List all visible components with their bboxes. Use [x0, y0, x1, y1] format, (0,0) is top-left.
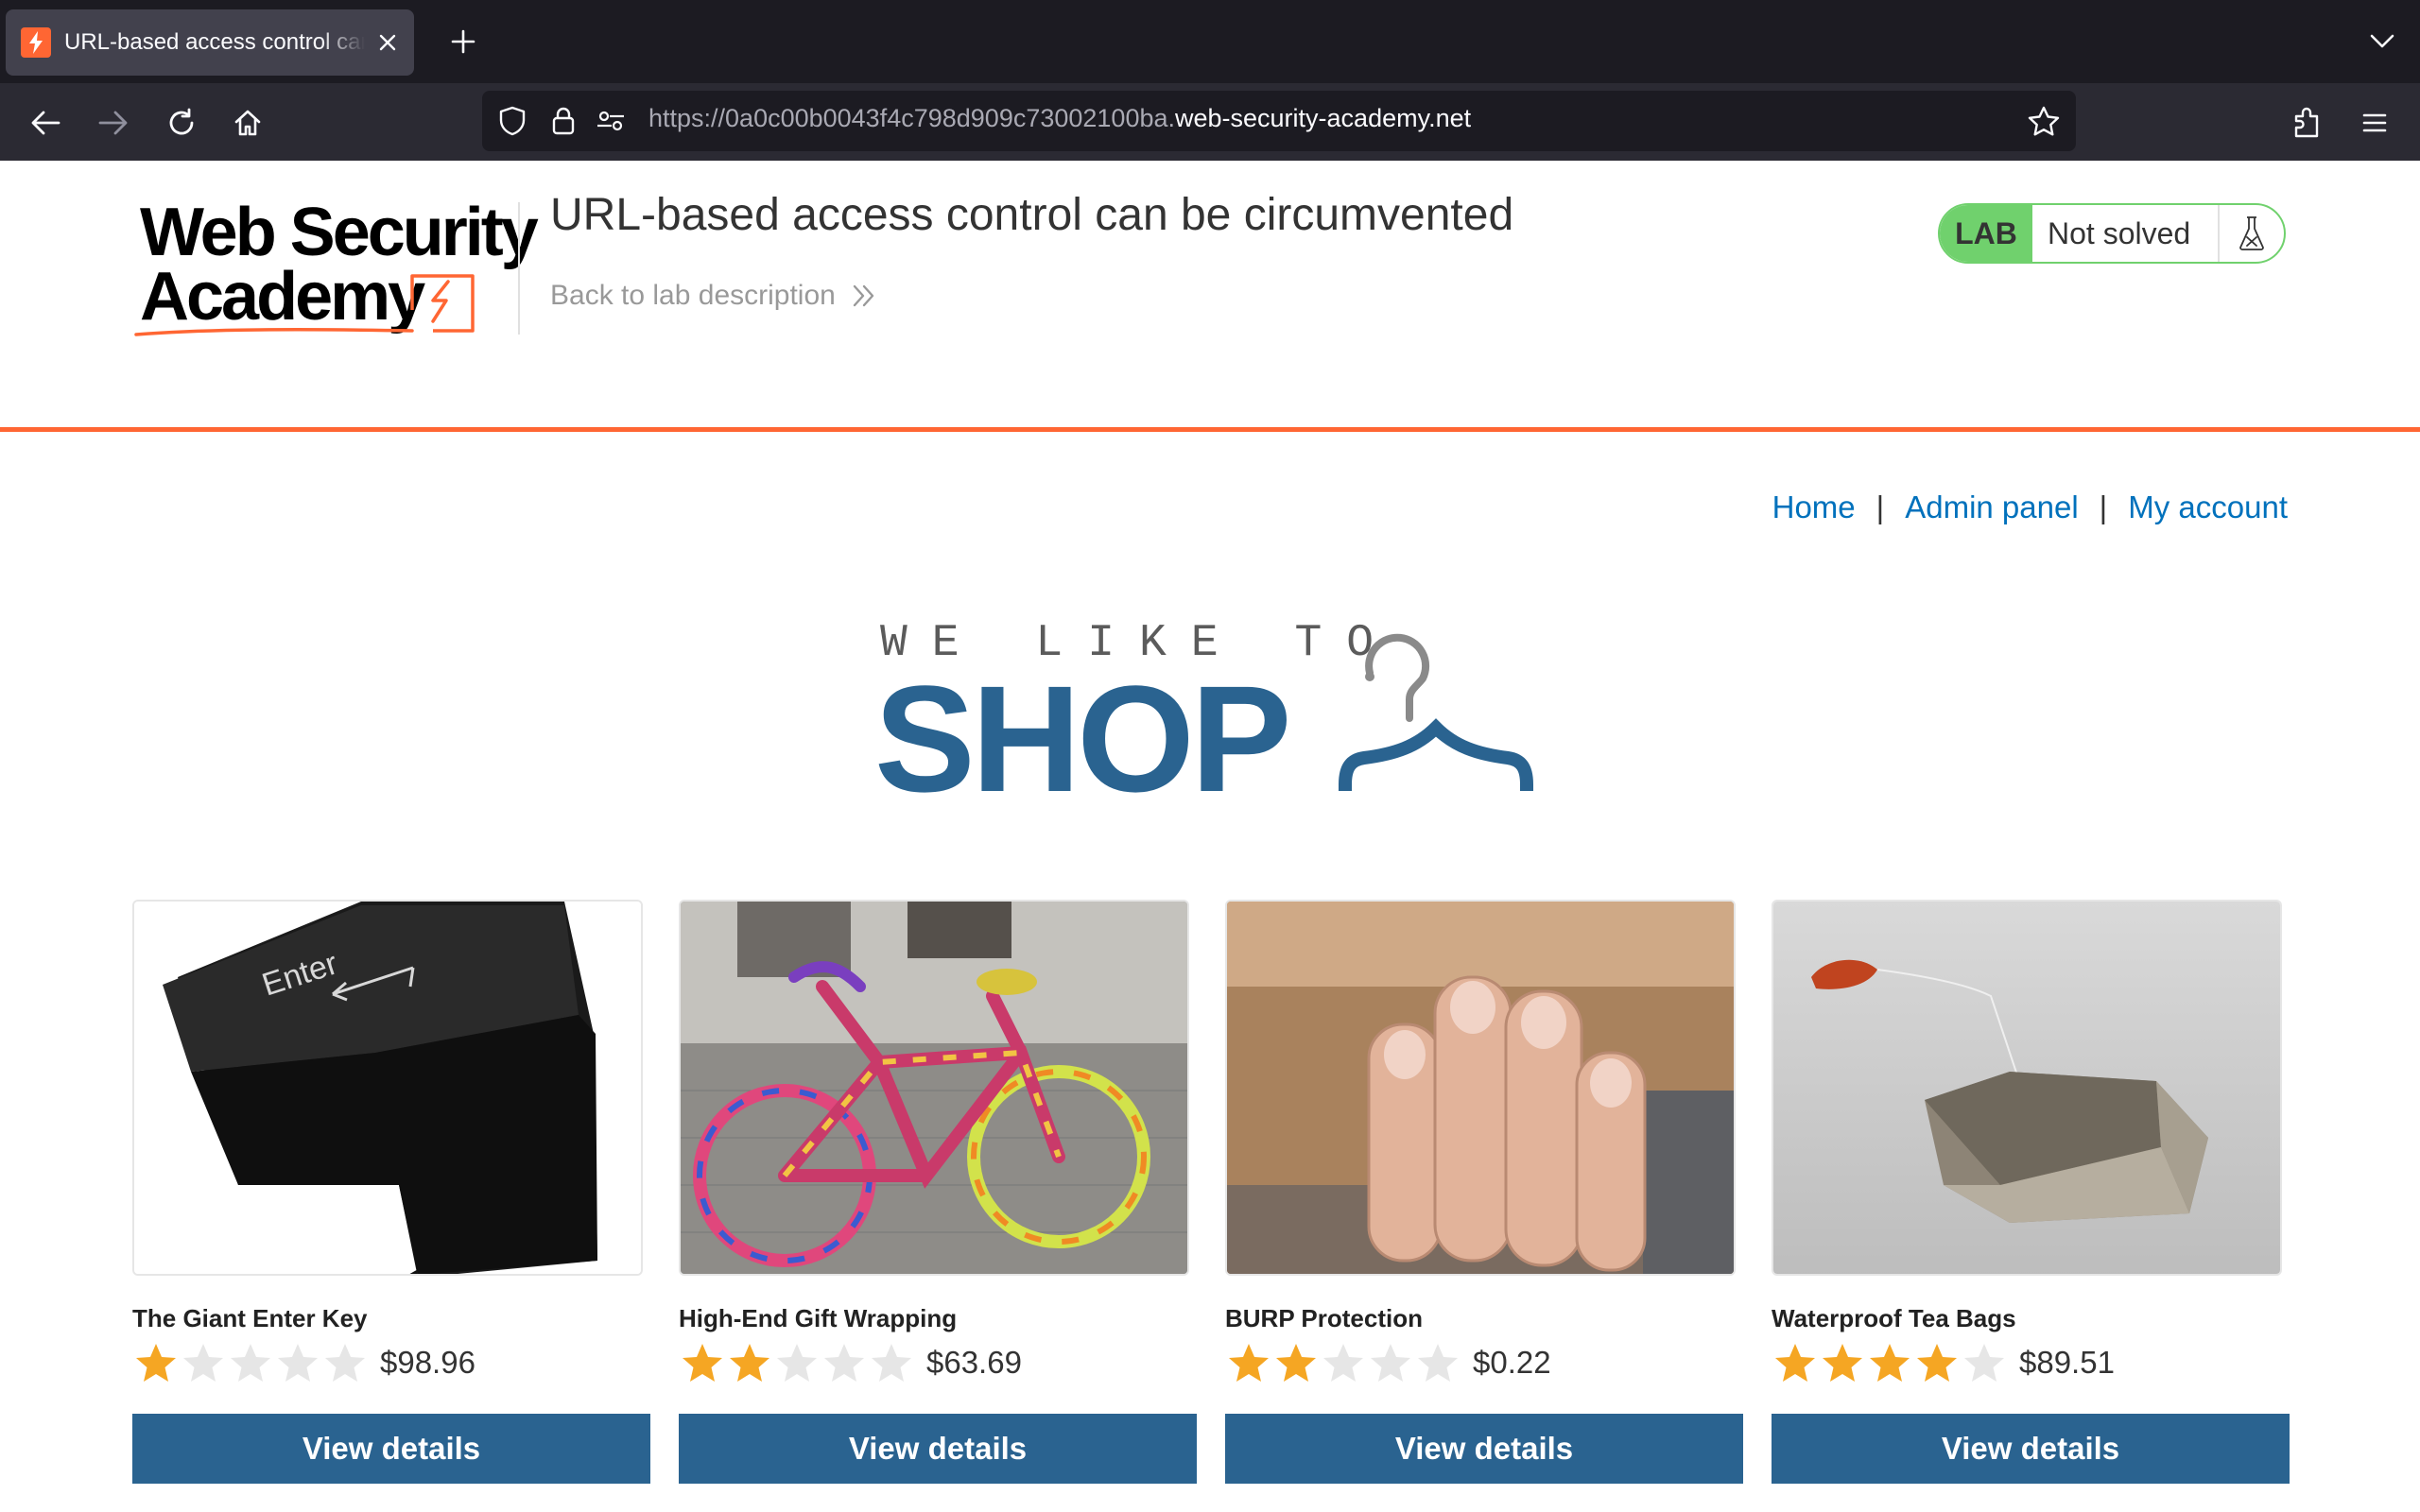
product-price: $89.51	[2019, 1345, 2115, 1380]
double-chevron-right-icon	[851, 284, 877, 308]
url-domain: web-security-academy.net	[1175, 104, 1472, 132]
nav-admin-panel-link[interactable]: Admin panel	[1905, 490, 2078, 525]
product-card: High-End Gift Wrapping $63.69 View detai…	[679, 898, 1197, 1484]
star-filled-icon	[136, 1344, 176, 1382]
star-filled-icon	[1276, 1344, 1316, 1382]
browser-tab-active[interactable]: URL-based access control can be circumve…	[6, 9, 414, 76]
extensions-icon[interactable]	[2286, 102, 2327, 144]
view-details-button[interactable]: View details	[132, 1414, 650, 1484]
web-security-academy-logo[interactable]: Web Security Academy	[132, 197, 539, 338]
star-filled-icon	[1870, 1344, 1910, 1382]
url-text[interactable]: https://0a0c00b0043f4c798d909c73002100ba…	[648, 104, 1471, 133]
back-icon[interactable]	[25, 102, 66, 144]
nav-my-account-link[interactable]: My account	[2128, 490, 2288, 525]
product-price: $63.69	[926, 1345, 1022, 1380]
header-divider	[518, 202, 520, 335]
bookmark-star-icon[interactable]	[2025, 102, 2063, 140]
star-rating: $0.22	[1225, 1340, 1551, 1385]
star-rating: $89.51	[1772, 1340, 2115, 1385]
shop-banner: WE LIKE TO SHOP	[874, 614, 1555, 815]
view-details-button[interactable]: View details	[1225, 1414, 1743, 1484]
star-filled-icon	[1229, 1344, 1269, 1382]
star-empty-icon	[183, 1344, 223, 1382]
forward-icon[interactable]	[93, 102, 134, 144]
star-filled-icon	[1917, 1344, 1957, 1382]
tea-bag-image	[1772, 900, 2282, 1276]
product-card: BURP Protection $0.22 View details	[1225, 898, 1743, 1484]
star-empty-icon	[325, 1344, 365, 1382]
browser-tab-strip: URL-based access control can be circumve…	[0, 0, 2420, 83]
back-to-lab-description-link[interactable]: Back to lab description	[550, 280, 877, 312]
product-name: BURP Protection	[1225, 1304, 1423, 1332]
star-empty-icon	[872, 1344, 911, 1382]
lock-icon[interactable]	[544, 102, 582, 140]
home-icon[interactable]	[227, 102, 268, 144]
giant-enter-key-image: Enter	[132, 900, 643, 1276]
knitted-bicycle-image	[679, 900, 1189, 1276]
product-card: Enter The Giant Enter Key $98.96 View de…	[132, 898, 650, 1484]
permissions-icon[interactable]	[592, 102, 630, 140]
star-empty-icon	[1418, 1344, 1458, 1382]
nav-home-link[interactable]: Home	[1772, 490, 1856, 525]
view-details-button[interactable]: View details	[1772, 1414, 2290, 1484]
hand-over-mouth-image	[1225, 900, 1736, 1276]
star-rating: $63.69	[679, 1340, 1022, 1385]
star-empty-icon	[1964, 1344, 2004, 1382]
lab-badge: LAB	[1940, 205, 2032, 262]
nav-separator: |	[2099, 490, 2108, 524]
nav-separator: |	[1876, 490, 1885, 524]
star-filled-icon	[1823, 1344, 1862, 1382]
tab-title: URL-based access control can be circumve…	[64, 29, 365, 55]
product-name: The Giant Enter Key	[132, 1304, 368, 1332]
product-price: $98.96	[380, 1345, 475, 1380]
star-empty-icon	[231, 1344, 270, 1382]
menu-icon[interactable]	[2354, 102, 2395, 144]
star-empty-icon	[1323, 1344, 1363, 1382]
star-rating: $98.96	[132, 1340, 475, 1385]
reload-icon[interactable]	[161, 102, 202, 144]
view-details-button[interactable]: View details	[679, 1414, 1197, 1484]
close-icon[interactable]	[374, 29, 401, 56]
star-filled-icon	[730, 1344, 769, 1382]
burp-favicon-icon	[21, 27, 51, 58]
clothes-hanger-icon	[1338, 633, 1534, 792]
star-empty-icon	[777, 1344, 817, 1382]
product-name: High-End Gift Wrapping	[679, 1304, 958, 1332]
lab-header: Web Security Academy URL-based access co…	[0, 161, 2420, 431]
banner-title: SHOP	[874, 654, 1291, 823]
shield-icon[interactable]	[493, 102, 531, 140]
logo-bolt-icon	[134, 274, 475, 336]
star-filled-icon	[683, 1344, 722, 1382]
top-navigation: Home | Admin panel | My account	[1772, 490, 2288, 525]
flask-icon	[2220, 205, 2284, 262]
star-filled-icon	[1775, 1344, 1815, 1382]
lab-status-widget: LAB Not solved	[1938, 203, 2286, 264]
lab-title: URL-based access control can be circumve…	[550, 190, 1514, 240]
lab-status-text: Not solved	[2032, 205, 2220, 262]
browser-toolbar: https://0a0c00b0043f4c798d909c73002100ba…	[0, 83, 2420, 161]
product-grid: Enter The Giant Enter Key $98.96 View de…	[132, 898, 2290, 1484]
product-card: Waterproof Tea Bags $89.51 View details	[1772, 898, 2290, 1484]
url-prefix: https://0a0c00b0043f4c798d909c73002100ba…	[648, 104, 1175, 132]
product-name: Waterproof Tea Bags	[1772, 1304, 2016, 1332]
star-empty-icon	[1371, 1344, 1410, 1382]
star-empty-icon	[278, 1344, 318, 1382]
product-price: $0.22	[1473, 1345, 1551, 1380]
star-empty-icon	[824, 1344, 864, 1382]
back-link-label: Back to lab description	[550, 280, 836, 311]
tab-list-icon[interactable]	[2363, 23, 2401, 60]
new-tab-icon[interactable]	[444, 23, 482, 60]
address-bar[interactable]: https://0a0c00b0043f4c798d909c73002100ba…	[482, 91, 2076, 151]
header-accent-rule	[0, 427, 2420, 432]
